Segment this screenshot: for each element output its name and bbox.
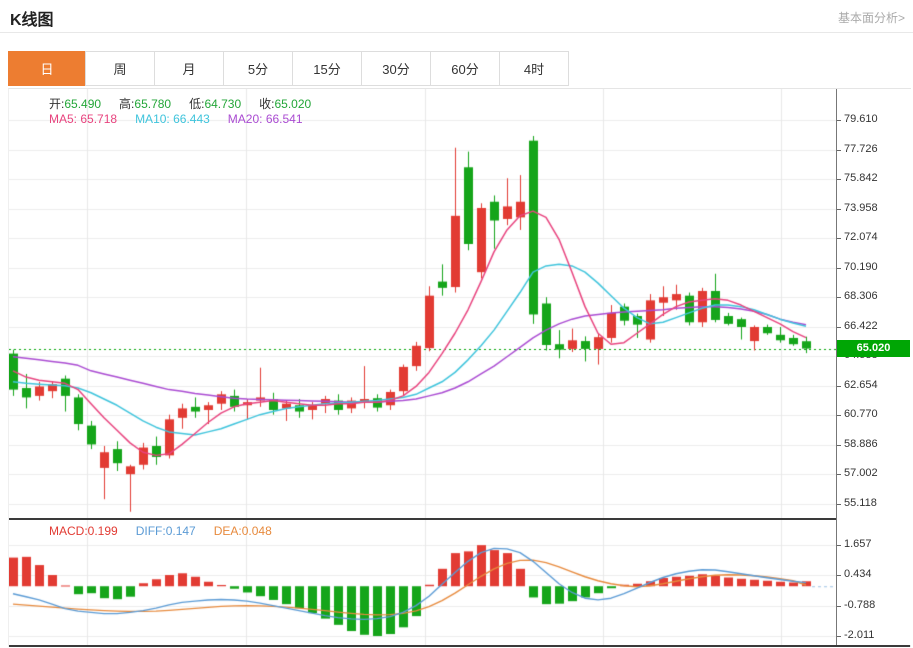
macd-row: MACD:0.199 DIFF:0.147 DEA:0.048 bbox=[49, 524, 290, 538]
axis-label-macd--2.011: -2.011 bbox=[844, 629, 874, 641]
tick-mark-77.726 bbox=[837, 150, 841, 151]
kline-page: K线图 基本面分析> 日周月5分15分30分60分4时 开:65.490 高:6… bbox=[0, 0, 913, 648]
tick-mark-55.118 bbox=[837, 504, 841, 505]
tick-mark-66.422 bbox=[837, 327, 841, 328]
tick-mark-68.306 bbox=[837, 297, 841, 298]
tick-mark-58.886 bbox=[837, 445, 841, 446]
axis-label-75.842: 75.842 bbox=[844, 172, 878, 184]
tick-mark-macd--2.011 bbox=[837, 636, 841, 637]
tab-周[interactable]: 周 bbox=[85, 51, 155, 86]
tick-mark-57.002 bbox=[837, 474, 841, 475]
axis-label-60.770: 60.770 bbox=[844, 408, 878, 420]
macd-readout: MACD:0.199 bbox=[49, 524, 118, 538]
kline-chart-canvas[interactable] bbox=[9, 89, 836, 518]
ma10-readout: MA10: 66.443 bbox=[135, 112, 210, 126]
axis-label-68.306: 68.306 bbox=[844, 290, 878, 302]
tick-mark-macd--0.788 bbox=[837, 606, 841, 607]
low-readout: 低:64.730 bbox=[189, 95, 241, 112]
ma5-readout: MA5: 65.718 bbox=[49, 112, 117, 126]
tab-60分[interactable]: 60分 bbox=[430, 51, 500, 86]
tab-5分[interactable]: 5分 bbox=[223, 51, 293, 86]
axis-label-70.190: 70.190 bbox=[844, 261, 878, 273]
axis-label-55.118: 55.118 bbox=[844, 497, 877, 509]
tick-mark-73.958 bbox=[837, 209, 841, 210]
axis-label-macd-1.657: 1.657 bbox=[844, 538, 872, 550]
ohlc-row: 开:65.490 高:65.780 低:64.730 收:65.020 bbox=[49, 95, 329, 112]
open-readout: 开:65.490 bbox=[49, 95, 101, 112]
tab-30分[interactable]: 30分 bbox=[361, 51, 431, 86]
axis-label-79.610: 79.610 bbox=[844, 113, 878, 125]
close-readout: 收:65.020 bbox=[259, 95, 311, 112]
ma-row: MA5: 65.718 MA10: 66.443 MA20: 66.541 bbox=[49, 112, 321, 126]
tick-mark-75.842 bbox=[837, 179, 841, 180]
tick-mark-62.654 bbox=[837, 386, 841, 387]
diff-readout: DIFF:0.147 bbox=[136, 524, 196, 538]
tick-mark-79.610 bbox=[837, 120, 841, 121]
current-price-badge: 65.020 bbox=[837, 340, 910, 357]
axis-label-66.422: 66.422 bbox=[844, 320, 878, 332]
tab-15分[interactable]: 15分 bbox=[292, 51, 362, 86]
axis-label-58.886: 58.886 bbox=[844, 438, 878, 450]
axis-label-macd--0.788: -0.788 bbox=[844, 599, 875, 611]
tick-mark-macd-1.657 bbox=[837, 545, 841, 546]
dea-readout: DEA:0.048 bbox=[214, 524, 272, 538]
tick-mark-macd-0.434 bbox=[837, 575, 841, 576]
tab-4时[interactable]: 4时 bbox=[499, 51, 569, 86]
tab-日[interactable]: 日 bbox=[8, 51, 86, 86]
page-title: K线图 bbox=[10, 6, 54, 30]
axis-label-62.654: 62.654 bbox=[844, 379, 878, 391]
interval-tab-bar: 日周月5分15分30分60分4时 bbox=[8, 51, 569, 86]
tick-mark-72.074 bbox=[837, 238, 841, 239]
axis-label-57.002: 57.002 bbox=[844, 467, 878, 479]
macd-chart-canvas[interactable] bbox=[9, 520, 836, 645]
fundamental-analysis-link[interactable]: 基本面分析> bbox=[838, 9, 905, 26]
axis-label-macd-0.434: 0.434 bbox=[844, 568, 872, 580]
tick-mark-60.770 bbox=[837, 415, 841, 416]
bottom-border bbox=[9, 645, 910, 647]
page-header: K线图 基本面分析> bbox=[0, 0, 913, 33]
axis-label-73.958: 73.958 bbox=[844, 202, 878, 214]
price-axis: 79.610 77.726 75.842 73.958 72.074 70.190 68.3… bbox=[836, 89, 911, 645]
ma20-readout: MA20: 66.541 bbox=[228, 112, 303, 126]
tick-mark-70.190 bbox=[837, 268, 841, 269]
chart-module: 开:65.490 高:65.780 低:64.730 收:65.020 MA5:… bbox=[8, 88, 911, 647]
axis-label-77.726: 77.726 bbox=[844, 143, 878, 155]
tab-月[interactable]: 月 bbox=[154, 51, 224, 86]
high-readout: 高:65.780 bbox=[119, 95, 171, 112]
axis-label-72.074: 72.074 bbox=[844, 231, 878, 243]
